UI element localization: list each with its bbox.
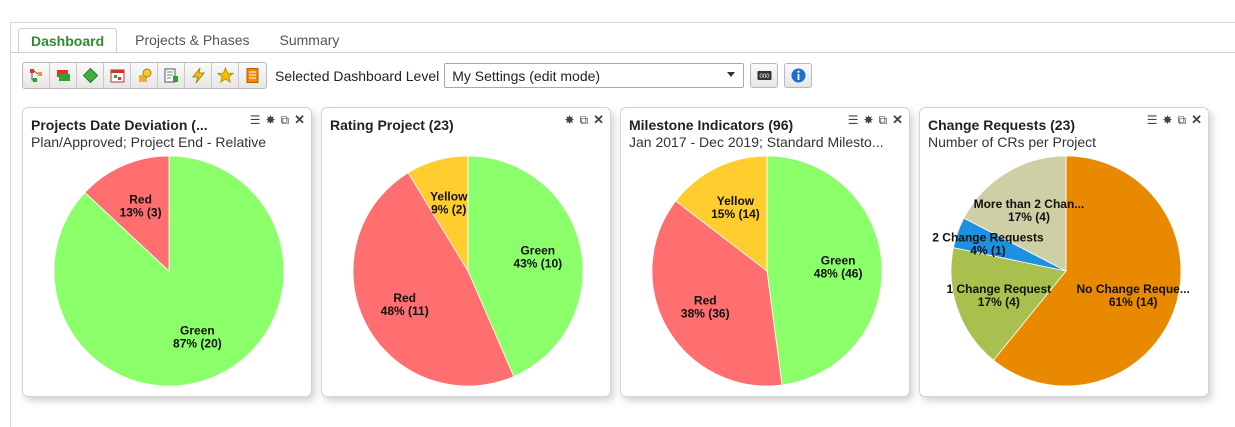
pie-slice-label: Green bbox=[821, 253, 856, 267]
document-icon[interactable] bbox=[239, 63, 266, 88]
pie-slice-label: Red bbox=[393, 291, 416, 305]
tab-dashboard[interactable]: Dashboard bbox=[18, 28, 118, 53]
pie-slice-label: More than 2 Chan... bbox=[974, 197, 1085, 211]
pie-slice-value: 15% (14) bbox=[711, 207, 760, 221]
money-icon[interactable] bbox=[131, 63, 158, 88]
layers-icon[interactable] bbox=[50, 63, 77, 88]
pie-slice-value: 87% (20) bbox=[173, 336, 222, 350]
tab-bar: Dashboard Projects & Phases Summary bbox=[18, 28, 357, 53]
pie-slice-value: 17% (4) bbox=[978, 295, 1020, 309]
pie-slice-value: 4% (1) bbox=[970, 243, 1005, 257]
widget-rating-project: Rating Project (23) ✸ ⧉ ✕ Green 43% (10) R… bbox=[321, 107, 611, 397]
pie-slice-value: 17% (4) bbox=[1008, 210, 1050, 224]
pie-slice-label: Red bbox=[129, 193, 152, 207]
counter-button[interactable]: 000 bbox=[750, 63, 779, 88]
chevron-down-icon bbox=[727, 72, 736, 77]
pie-slice-value: 13% (3) bbox=[120, 206, 162, 220]
dashboard-toolbar: Selected Dashboard Level My Settings (ed… bbox=[22, 62, 813, 89]
widget-change-requests: Change Requests (23) Number of CRs per P… bbox=[919, 107, 1209, 397]
pie-slice-value: 38% (36) bbox=[681, 307, 730, 321]
pie-slice-label: Red bbox=[694, 294, 717, 308]
pie-slice-label: Green bbox=[520, 243, 555, 257]
diamond-icon[interactable] bbox=[77, 63, 104, 88]
star-icon[interactable] bbox=[212, 63, 239, 88]
pie-slice-value: 61% (14) bbox=[1109, 295, 1158, 309]
pie-chart: No Change Reque...61% (14) 1 Change Reque… bbox=[932, 155, 1190, 387]
widget-milestone-indicators: Milestone Indicators (96) Jan 2017 - Dec… bbox=[620, 107, 910, 397]
toolbar-button-group bbox=[22, 62, 267, 89]
pie-slice-value: 48% (11) bbox=[381, 304, 429, 318]
pie-slice-label: 2 Change Requests bbox=[932, 230, 1044, 244]
pie-slice-label: Yellow bbox=[717, 194, 755, 208]
tree-icon[interactable] bbox=[23, 63, 50, 88]
pie-chart: Green87% (20) Red13% (3) bbox=[53, 155, 285, 387]
pie-chart: Green48% (46) Red38% (36) Yellow15% (14) bbox=[651, 155, 883, 387]
info-icon bbox=[791, 68, 806, 83]
dashboard-level-value: My Settings (edit mode) bbox=[452, 67, 601, 84]
pie-slice-label: Yellow bbox=[430, 189, 468, 203]
pie-slice-label: No Change Reque... bbox=[1077, 282, 1190, 296]
svg-text:000: 000 bbox=[759, 74, 770, 80]
pie-chart: Green43% (10) Red48% (11) Yellow9% (2) bbox=[352, 155, 584, 387]
pie-slice-value: 9% (2) bbox=[431, 202, 466, 216]
dashboard-level-label: Selected Dashboard Level bbox=[275, 67, 440, 84]
dashboard-level-select[interactable]: My Settings (edit mode) bbox=[444, 63, 745, 88]
calendar-icon[interactable] bbox=[104, 63, 131, 88]
widget-date-deviation: Projects Date Deviation (... Plan/Approv… bbox=[22, 107, 312, 397]
pie-slice-value: 43% (10) bbox=[513, 256, 562, 270]
pie-slice-label: Green bbox=[180, 323, 215, 337]
report-icon[interactable] bbox=[158, 63, 185, 88]
tab-projects-phases[interactable]: Projects & Phases bbox=[123, 28, 261, 53]
pie-slice-value: 48% (46) bbox=[814, 266, 863, 280]
lightning-icon[interactable] bbox=[185, 63, 212, 88]
counter-icon: 000 bbox=[757, 71, 772, 80]
tab-summary[interactable]: Summary bbox=[268, 28, 352, 53]
pie-slice-label: 1 Change Request bbox=[946, 282, 1051, 296]
tab-divider bbox=[10, 52, 1235, 53]
info-button[interactable] bbox=[784, 63, 813, 88]
